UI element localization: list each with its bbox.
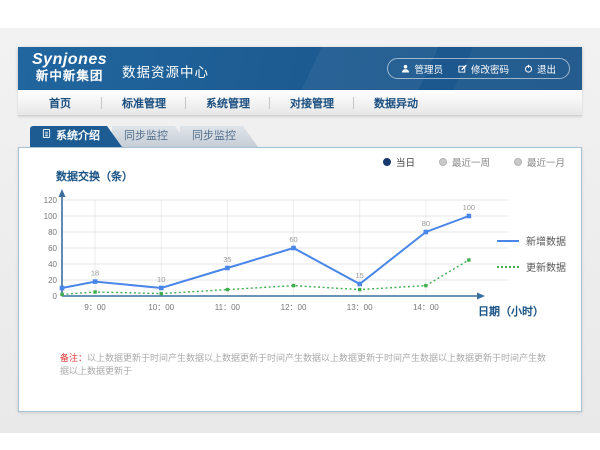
tab-sync-monitor-1[interactable]: 同步监控 bbox=[112, 126, 190, 147]
svg-text:14：00: 14：00 bbox=[413, 303, 439, 312]
brand-logo-text: Synjones bbox=[32, 51, 107, 69]
user-menu-admin-label: 管理员 bbox=[414, 62, 443, 76]
main-nav: 首页 标准管理 系统管理 对接管理 数据异动 bbox=[18, 90, 582, 116]
tab-sync-monitor-2[interactable]: 同步监控 bbox=[180, 126, 258, 147]
document-icon bbox=[42, 126, 51, 147]
radio-today-label: 当日 bbox=[396, 155, 415, 169]
svg-text:120: 120 bbox=[44, 196, 58, 205]
dotted-line-swatch-icon bbox=[497, 266, 519, 268]
footnote-prefix: 备注： bbox=[60, 353, 87, 363]
svg-text:15: 15 bbox=[356, 271, 364, 280]
user-menu: 管理员 修改密码 退出 bbox=[387, 58, 570, 79]
radio-last-week[interactable]: 最近一周 bbox=[439, 155, 490, 169]
user-icon bbox=[401, 64, 410, 73]
nav-item-home[interactable]: 首页 bbox=[18, 95, 102, 111]
app-header: Synjones 新中新集团 数据资源中心 管理员 修改密码 退出 bbox=[18, 47, 582, 90]
svg-text:9：00: 9：00 bbox=[84, 303, 106, 312]
tab-bar: 系统介绍 同步监控 同步监控 bbox=[30, 126, 258, 147]
svg-text:80: 80 bbox=[422, 219, 430, 228]
radio-last-month[interactable]: 最近一月 bbox=[514, 155, 565, 169]
user-menu-admin[interactable]: 管理员 bbox=[401, 62, 443, 76]
edit-icon bbox=[458, 64, 467, 73]
legend-item-new-data: 新增数据 bbox=[497, 233, 566, 248]
nav-item-system-mgmt[interactable]: 系统管理 bbox=[186, 95, 270, 111]
svg-text:60: 60 bbox=[48, 244, 57, 253]
svg-text:10: 10 bbox=[157, 275, 165, 284]
chart-legend: 新增数据 更新数据 bbox=[497, 233, 566, 274]
change-password-button[interactable]: 修改密码 bbox=[458, 62, 509, 76]
svg-text:60: 60 bbox=[289, 235, 297, 244]
footnote-text: 以上数据更新于时间产生数据以上数据更新于时间产生数据以上数据更新于时间产生数据以… bbox=[60, 353, 546, 376]
x-axis-title: 日期（小时） bbox=[478, 303, 544, 319]
line-chart: 0 20 40 60 80 100 120 9：00 10：00 11：00 12：00 13：00 1… bbox=[24, 182, 544, 332]
svg-text:11：00: 11：00 bbox=[215, 303, 241, 312]
line-chart-svg: 0 20 40 60 80 100 120 9：00 10：00 11：00 12：00 13：00 1… bbox=[24, 182, 544, 332]
tab-system-intro[interactable]: 系统介绍 bbox=[30, 126, 122, 147]
power-icon bbox=[524, 64, 533, 73]
svg-text:40: 40 bbox=[48, 260, 57, 269]
logout-label: 退出 bbox=[537, 62, 556, 76]
legend-update-data-label: 更新数据 bbox=[526, 259, 566, 274]
nav-item-standard-mgmt[interactable]: 标准管理 bbox=[102, 95, 186, 111]
svg-text:80: 80 bbox=[48, 228, 57, 237]
svg-text:0: 0 bbox=[53, 292, 58, 301]
svg-text:35: 35 bbox=[223, 255, 231, 264]
page-title: 数据资源中心 bbox=[122, 61, 209, 81]
brand-logo: Synjones 新中新集团 bbox=[32, 51, 107, 84]
svg-text:100: 100 bbox=[463, 203, 476, 212]
svg-text:10：00: 10：00 bbox=[148, 303, 174, 312]
legend-item-update-data: 更新数据 bbox=[497, 259, 566, 274]
solid-line-swatch-icon bbox=[497, 240, 519, 242]
svg-text:20: 20 bbox=[48, 276, 57, 285]
brand-logo-cn: 新中新集团 bbox=[32, 69, 107, 83]
radio-unselected-icon bbox=[439, 158, 447, 166]
footnote: 备注：以上数据更新于时间产生数据以上数据更新于时间产生数据以上数据更新于时间产生… bbox=[60, 352, 552, 377]
radio-today[interactable]: 当日 bbox=[383, 155, 415, 169]
radio-last-month-label: 最近一月 bbox=[527, 155, 565, 169]
radio-last-week-label: 最近一周 bbox=[452, 155, 490, 169]
nav-item-data-change[interactable]: 数据异动 bbox=[354, 95, 438, 111]
tab-system-intro-label: 系统介绍 bbox=[56, 126, 100, 147]
page: Synjones 新中新集团 数据资源中心 管理员 修改密码 退出 bbox=[0, 0, 600, 450]
change-password-label: 修改密码 bbox=[471, 62, 509, 76]
legend-new-data-label: 新增数据 bbox=[526, 233, 566, 248]
time-range-filter: 当日 最近一周 最近一月 bbox=[383, 155, 565, 169]
svg-text:18: 18 bbox=[91, 269, 99, 278]
radio-unselected-icon bbox=[514, 158, 522, 166]
svg-text:12：00: 12：00 bbox=[281, 303, 307, 312]
logout-button[interactable]: 退出 bbox=[524, 62, 556, 76]
svg-text:13：00: 13：00 bbox=[347, 303, 373, 312]
svg-text:100: 100 bbox=[44, 212, 58, 221]
nav-item-docking-mgmt[interactable]: 对接管理 bbox=[270, 95, 354, 111]
radio-selected-icon bbox=[383, 158, 391, 166]
